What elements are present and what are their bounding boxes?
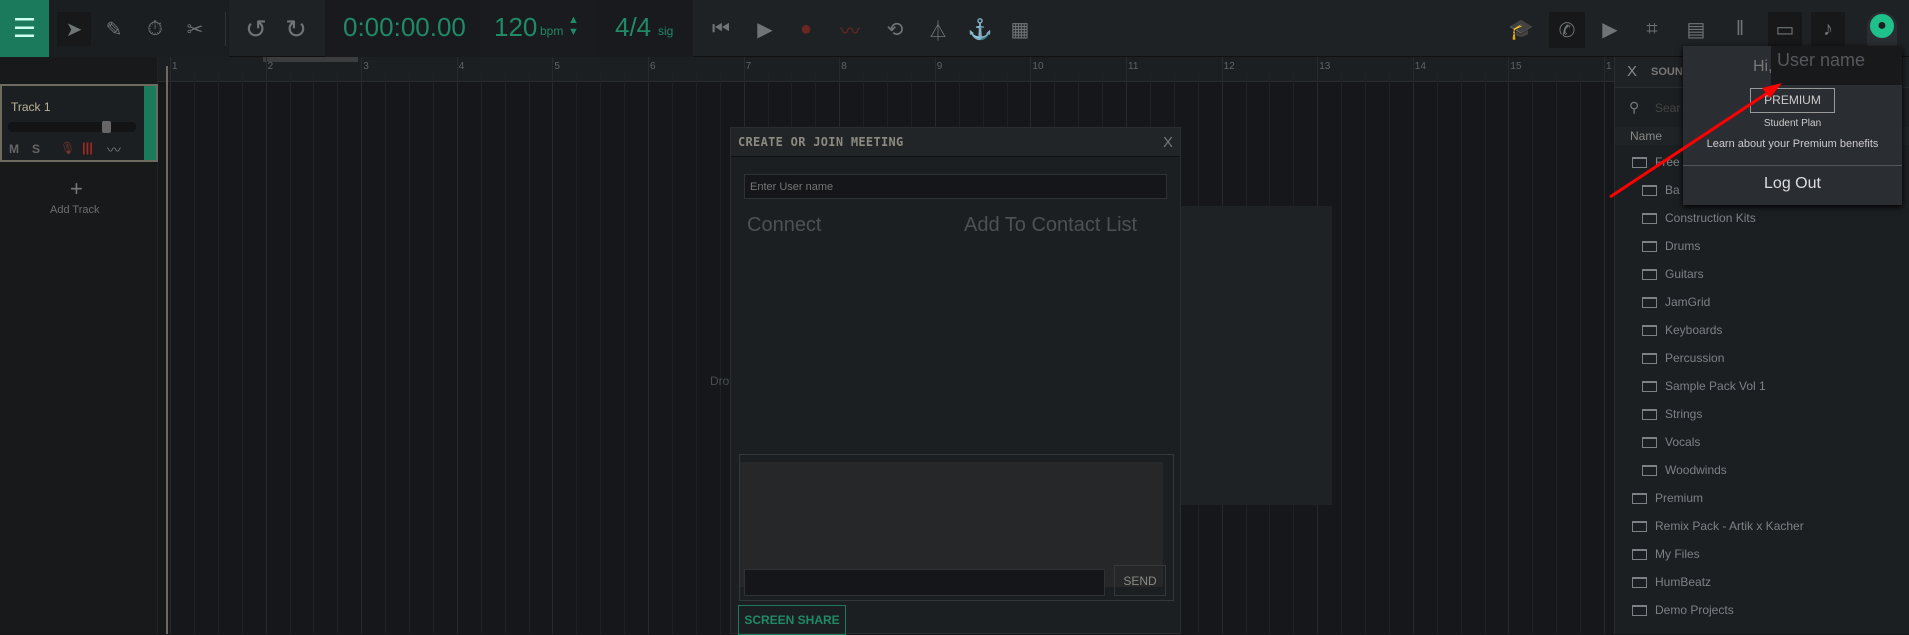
annotation-arrow bbox=[1609, 83, 1782, 199]
arrow-line bbox=[1609, 88, 1773, 199]
